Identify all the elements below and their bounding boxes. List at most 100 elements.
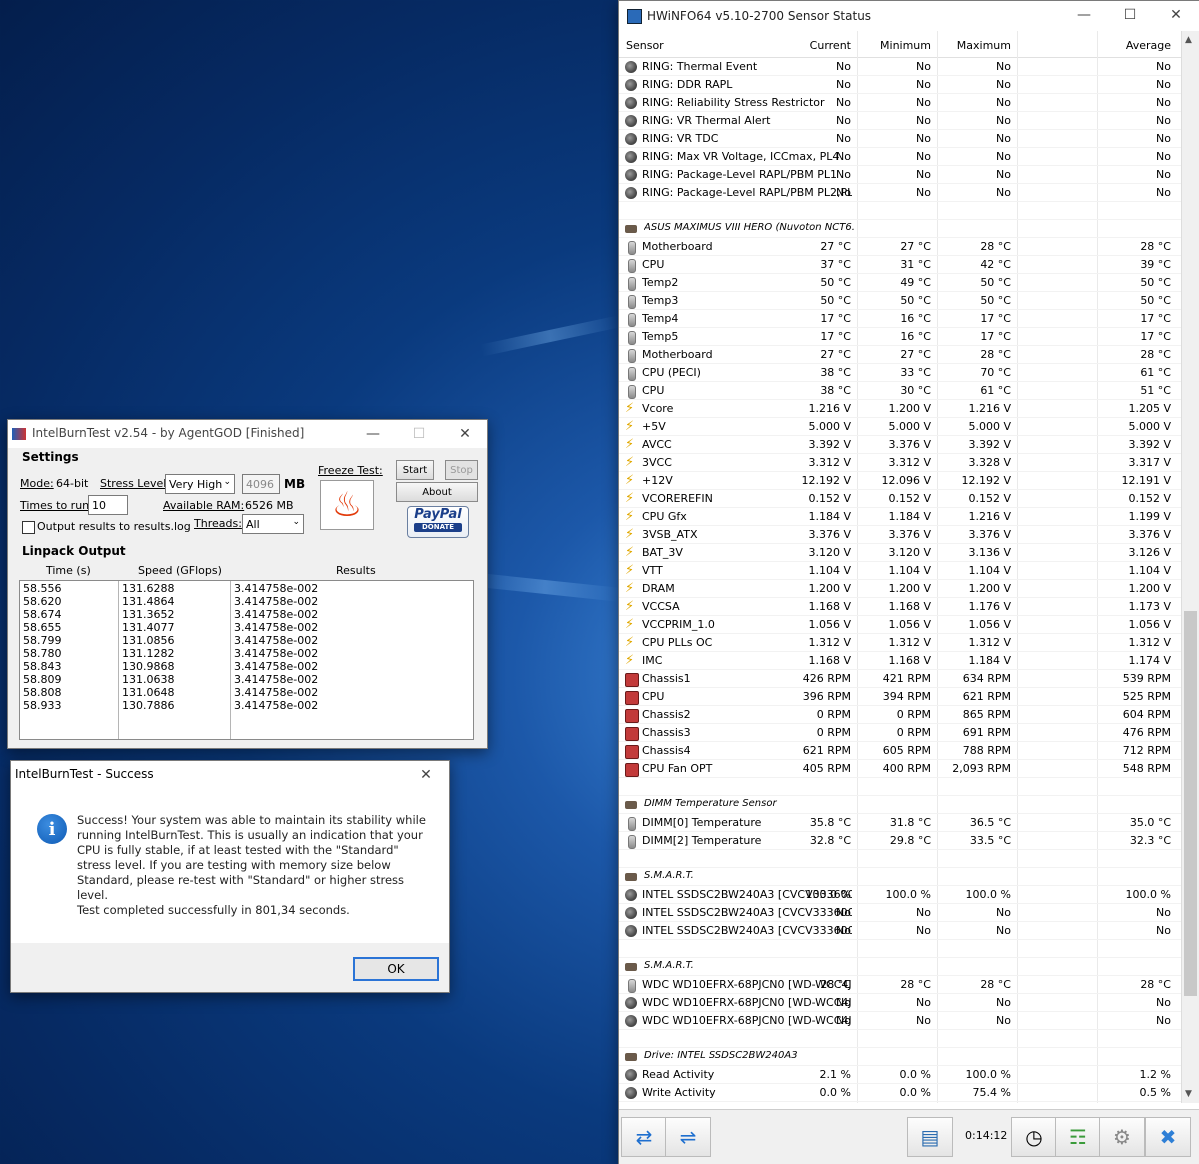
sensor-row[interactable]: ⚡ VCOREREFIN 0.152 V 0.152 V 0.152 V 0.152 V	[619, 490, 1181, 508]
sensor-row[interactable]: CPU 38 °C 30 °C 61 °C 51 °C	[619, 382, 1181, 400]
stop-button[interactable]: Stop	[445, 460, 478, 480]
sensor-row[interactable]: ⚡ IMC 1.168 V 1.168 V 1.184 V 1.174 V	[619, 652, 1181, 670]
sensor-row[interactable]: ⚡ VCCSA 1.168 V 1.168 V 1.176 V 1.173 V	[619, 598, 1181, 616]
sensor-row[interactable]: ⚡ +12V 12.192 V 12.096 V 12.192 V 12.191 V	[619, 472, 1181, 490]
scroll-thumb[interactable]	[1184, 611, 1197, 996]
sensor-row[interactable]: CPU 396 RPM 394 RPM 621 RPM 525 RPM	[619, 688, 1181, 706]
dialog-close-icon[interactable]: ✕	[403, 761, 449, 789]
sensor-group-header[interactable]: S.M.A.R.T.	[619, 868, 1181, 886]
sensor-row[interactable]: ⚡ CPU PLLs OC 1.312 V 1.312 V 1.312 V 1.312 V	[619, 634, 1181, 652]
paypal-donate-button[interactable]: PayPal DONATE	[407, 506, 469, 538]
sensor-row[interactable]: ⚡ CPU Gfx 1.184 V 1.184 V 1.216 V 1.199 V	[619, 508, 1181, 526]
add-report-icon[interactable]: ☶	[1055, 1117, 1101, 1157]
sensor-value-max: 28 °C	[980, 348, 1011, 361]
sensor-row[interactable]: Total Activity2.1 %0.0 %100.0 %1.5 %	[619, 1102, 1181, 1103]
ibt-close-icon[interactable]: ✕	[442, 420, 488, 448]
minimize-icon[interactable]: —	[1061, 1, 1107, 29]
sensor-row[interactable]: ⚡ 3VCC 3.312 V 3.312 V 3.328 V 3.317 V	[619, 454, 1181, 472]
sensor-row[interactable]: ⚡ Vcore 1.216 V 1.200 V 1.216 V 1.205 V	[619, 400, 1181, 418]
sensor-row[interactable]: ⚡ DRAM 1.200 V 1.200 V 1.200 V 1.200 V	[619, 580, 1181, 598]
scroll-down-icon[interactable]: ▼	[1185, 1089, 1192, 1099]
threads-select[interactable]: All ⌄	[242, 514, 304, 534]
col-maximum[interactable]: Maximum	[957, 39, 1011, 52]
scroll-up-icon[interactable]: ▲	[1185, 35, 1192, 45]
sensor-row[interactable]: ⚡ BAT_3V 3.120 V 3.120 V 3.136 V 3.126 V	[619, 544, 1181, 562]
sensor-value-cur: 3.376 V	[808, 528, 851, 541]
collapse-arrows-icon[interactable]: ⇌	[665, 1117, 711, 1157]
sensor-row[interactable]: Motherboard 27 °C 27 °C 28 °C 28 °C	[619, 346, 1181, 364]
output-results-label[interactable]: Output results to results.log	[37, 520, 191, 533]
sensor-row[interactable]: RING: Thermal Event No No No No	[619, 58, 1181, 76]
sensor-row[interactable]: Chassis1 426 RPM 421 RPM 634 RPM 539 RPM	[619, 670, 1181, 688]
sensor-row[interactable]: RING: DDR RAPL No No No No	[619, 76, 1181, 94]
settings-gear-icon[interactable]: ⚙	[1099, 1117, 1145, 1157]
sensor-row[interactable]: RING: Reliability Stress Restrictor No No N…	[619, 94, 1181, 112]
sensor-row[interactable]: Chassis3 0 RPM 0 RPM 691 RPM 476 RPM	[619, 724, 1181, 742]
network-icon[interactable]: ▤	[907, 1117, 953, 1157]
start-button[interactable]: Start	[396, 460, 434, 480]
sensor-row[interactable]: CPU Fan OPT 405 RPM 400 RPM 2,093 RPM 548 RP…	[619, 760, 1181, 778]
sensor-row[interactable]: ⚡ VCCPRIM_1.0 1.056 V 1.056 V 1.056 V 1.056 V	[619, 616, 1181, 634]
stress-level-select[interactable]: Very High ⌄	[165, 474, 235, 494]
col-minimum[interactable]: Minimum	[880, 39, 931, 52]
sensor-row[interactable]: INTEL SSDSC2BW240A3 [CVCV333600M6...100.…	[619, 886, 1181, 904]
about-button[interactable]: About	[396, 482, 478, 502]
close-icon[interactable]: ✕	[1153, 1, 1199, 29]
sensor-row[interactable]: CPU (PECI) 38 °C 33 °C 70 °C 61 °C	[619, 364, 1181, 382]
sensor-row[interactable]: INTEL SSDSC2BW240A3 [CVCV333600M6...NoNo…	[619, 904, 1181, 922]
times-to-run-input[interactable]: 10	[88, 495, 128, 515]
sensor-row[interactable]: Write Activity 0.0 % 0.0 % 75.4 % 0.5 %	[619, 1084, 1181, 1102]
sensor-row[interactable]: RING: VR TDC No No No No	[619, 130, 1181, 148]
ok-button[interactable]: OK	[353, 957, 439, 981]
sensor-group-header[interactable]: ASUS MAXIMUS VIII HERO (Nuvoton NCT6...	[619, 220, 1181, 238]
sensor-group-header[interactable]: S.M.A.R.T.	[619, 958, 1181, 976]
output-results-checkbox[interactable]	[22, 521, 35, 534]
flame-icon[interactable]: ♨	[320, 480, 374, 530]
hwinfo-titlebar[interactable]: HWiNFO64 v5.10-2700 Sensor Status — ☐ ✕	[619, 1, 1199, 31]
expand-arrows-icon[interactable]: ⇄	[621, 1117, 667, 1157]
sensor-row[interactable]: WDC WD10EFRX-68PJCN0 [WD-WCC4JL5... No No N…	[619, 1012, 1181, 1030]
sensor-row[interactable]: ⚡ AVCC 3.392 V 3.376 V 3.392 V 3.392 V	[619, 436, 1181, 454]
sensor-list[interactable]: RING: Thermal Event No No No No RING: DDR RAP…	[619, 58, 1181, 1103]
sensor-row[interactable]: ⚡ +5V 5.000 V 5.000 V 5.000 V 5.000 V	[619, 418, 1181, 436]
sensor-group-header[interactable]: Drive: INTEL SSDSC2BW240A3	[619, 1048, 1181, 1066]
memory-size-input[interactable]: 4096	[242, 474, 280, 494]
sensor-row[interactable]: DIMM[0] Temperature 35.8 °C 31.8 °C 36.5 °C…	[619, 814, 1181, 832]
sensor-row[interactable]: WDC WD10EFRX-68PJCN0 [WD-WCC4JL5... 28 °C…	[619, 976, 1181, 994]
dialog-titlebar[interactable]: IntelBurnTest - Success ✕	[11, 761, 449, 789]
sensor-group-header[interactable]: DIMM Temperature Sensor	[619, 796, 1181, 814]
sensor-row[interactable]: Temp5 17 °C 16 °C 17 °C 17 °C	[619, 328, 1181, 346]
sensor-value-max: No	[996, 924, 1011, 937]
sensor-row[interactable]: INTEL SSDSC2BW240A3 [CVCV333600M6...NoNo…	[619, 922, 1181, 940]
sensor-row[interactable]: Temp2 50 °C 49 °C 50 °C 50 °C	[619, 274, 1181, 292]
sensor-row[interactable]: Temp4 17 °C 16 °C 17 °C 17 °C	[619, 310, 1181, 328]
ibt-maximize-icon[interactable]: ☐	[396, 420, 442, 448]
col-current[interactable]: Current	[810, 39, 851, 52]
sensor-row[interactable]: CPU 37 °C 31 °C 42 °C 39 °C	[619, 256, 1181, 274]
clock-icon[interactable]: ◷	[1011, 1117, 1057, 1157]
sensor-row[interactable]: Motherboard 27 °C 27 °C 28 °C 28 °C	[619, 238, 1181, 256]
sensor-row[interactable]: Temp3 50 °C 50 °C 50 °C 50 °C	[619, 292, 1181, 310]
col-average[interactable]: Average	[1126, 39, 1171, 52]
maximize-icon[interactable]: ☐	[1107, 1, 1153, 29]
sensor-row[interactable]: ⚡ 3VSB_ATX 3.376 V 3.376 V 3.376 V 3.376 V	[619, 526, 1181, 544]
sensor-name: RING: Reliability Stress Restrictor	[642, 96, 825, 109]
sensor-row[interactable]: DIMM[2] Temperature 32.8 °C 29.8 °C 33.5 °C…	[619, 832, 1181, 850]
sensor-row[interactable]: Chassis2 0 RPM 0 RPM 865 RPM 604 RPM	[619, 706, 1181, 724]
scrollbar[interactable]: ▲ ▼	[1181, 31, 1199, 1103]
ibt-titlebar[interactable]: IntelBurnTest v2.54 - by AgentGOD [Finis…	[8, 420, 487, 448]
sensor-row[interactable]: RING: Package-Level RAPL/PBM PL1 No No No No	[619, 166, 1181, 184]
col-sensor[interactable]: Sensor	[626, 39, 664, 52]
sensor-row[interactable]: RING: Max VR Voltage, ICCmax, PL4 No No No N…	[619, 148, 1181, 166]
sensor-row[interactable]: Chassis4 621 RPM 605 RPM 788 RPM 712 RPM	[619, 742, 1181, 760]
sensor-row[interactable]: RING: Package-Level RAPL/PBM PL2,PL3 No No…	[619, 184, 1181, 202]
ibt-minimize-icon[interactable]: —	[350, 420, 396, 448]
linpack-output-list[interactable]: 58.556 58.620 58.674 58.655 58.799 58.780 58.8…	[19, 580, 474, 740]
close-x-icon[interactable]: ✖	[1145, 1117, 1191, 1157]
sensor-row[interactable]: ⚡ VTT 1.104 V 1.104 V 1.104 V 1.104 V	[619, 562, 1181, 580]
sensor-value-min: No	[916, 996, 931, 1009]
sensor-row[interactable]: Read Activity 2.1 % 0.0 % 100.0 % 1.2 %	[619, 1066, 1181, 1084]
sensor-row[interactable]: RING: VR Thermal Alert No No No No	[619, 112, 1181, 130]
sensor-value-max: 865 RPM	[962, 708, 1011, 721]
sensor-row[interactable]: WDC WD10EFRX-68PJCN0 [WD-WCC4JL5... No No N…	[619, 994, 1181, 1012]
